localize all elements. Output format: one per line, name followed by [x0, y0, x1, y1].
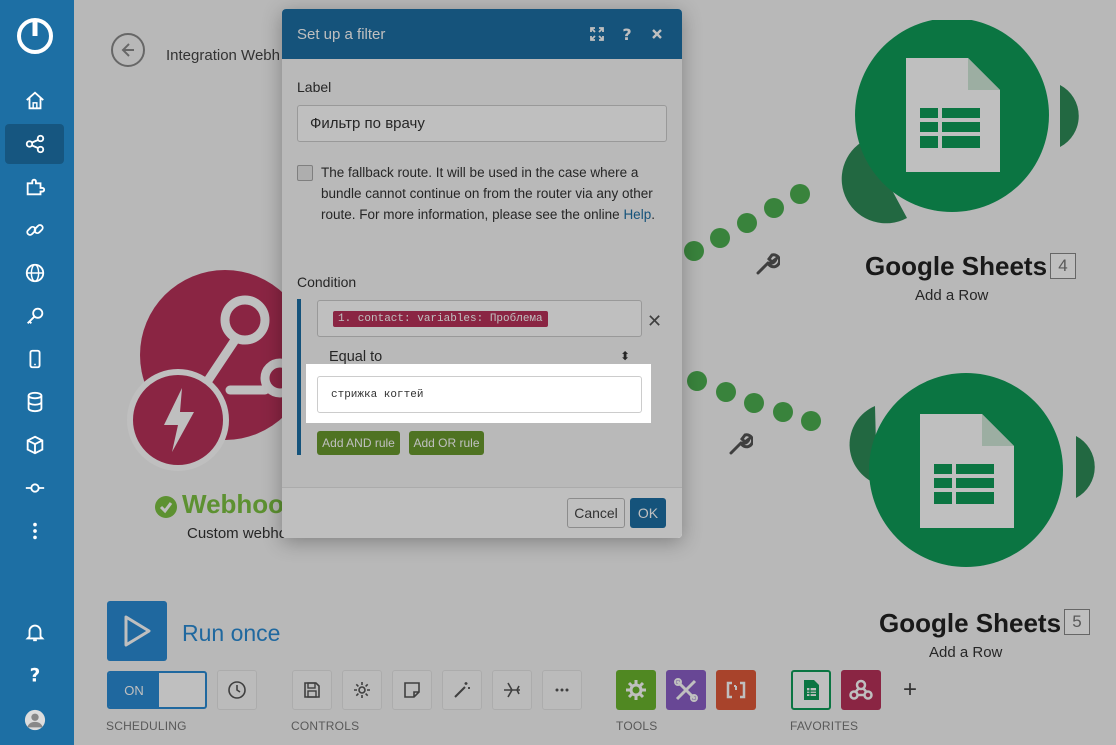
- avatar[interactable]: [5, 700, 64, 740]
- spotlight-dim: [282, 9, 682, 538]
- more-icon[interactable]: [5, 511, 64, 551]
- help-icon[interactable]: ?: [5, 655, 64, 695]
- database-icon[interactable]: [5, 382, 64, 422]
- cube-icon[interactable]: [5, 425, 64, 465]
- globe-icon[interactable]: [5, 253, 64, 293]
- puzzle-icon[interactable]: [5, 167, 64, 207]
- bell-icon[interactable]: [5, 612, 64, 652]
- make-logo-icon[interactable]: [15, 16, 55, 56]
- condition-value-input[interactable]: стрижка когтей: [317, 376, 642, 413]
- home-icon[interactable]: [5, 81, 64, 121]
- sidebar: ?: [0, 0, 74, 745]
- key-icon[interactable]: [5, 296, 64, 336]
- svg-text:?: ?: [29, 665, 40, 686]
- device-icon[interactable]: [5, 339, 64, 379]
- link-icon[interactable]: [5, 210, 64, 250]
- flow-icon[interactable]: [5, 468, 64, 508]
- share-icon[interactable]: [5, 124, 64, 164]
